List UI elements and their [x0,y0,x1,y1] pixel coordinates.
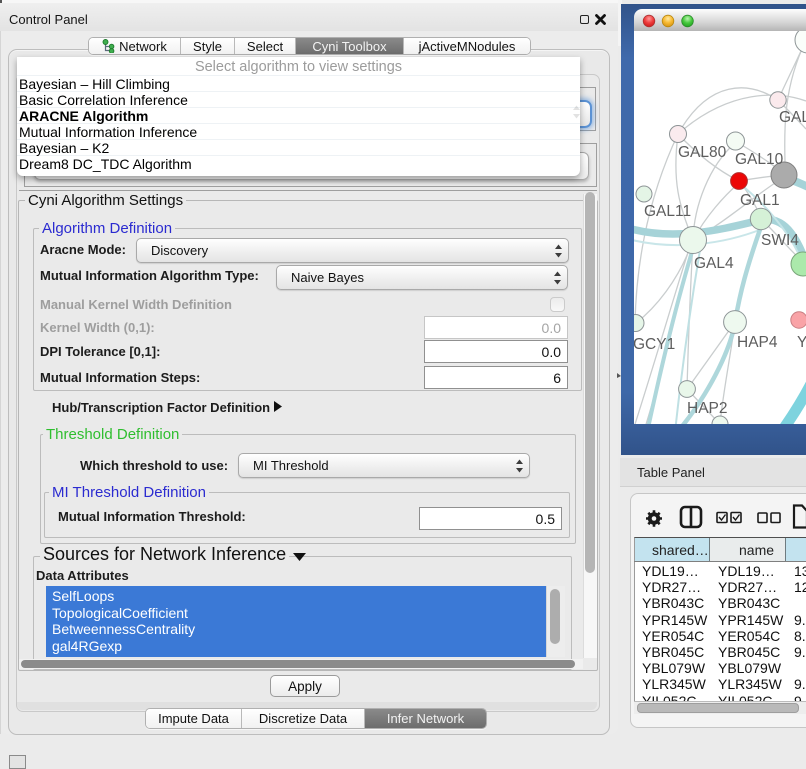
svg-text:GAL1: GAL1 [740,192,780,209]
svg-text:GAL4: GAL4 [694,255,734,272]
svg-text:GCY1: GCY1 [634,336,675,353]
svg-text:SWI4: SWI4 [761,232,799,249]
svg-text:GAL2: GAL2 [779,109,806,126]
svg-text:GAL10: GAL10 [735,151,784,168]
svg-text:GAL80: GAL80 [678,144,727,161]
svg-text:HAP4: HAP4 [737,334,778,351]
svg-text:HAP2: HAP2 [687,400,728,417]
svg-text:GAL11: GAL11 [644,203,691,220]
svg-text:Y: Y [797,334,806,351]
